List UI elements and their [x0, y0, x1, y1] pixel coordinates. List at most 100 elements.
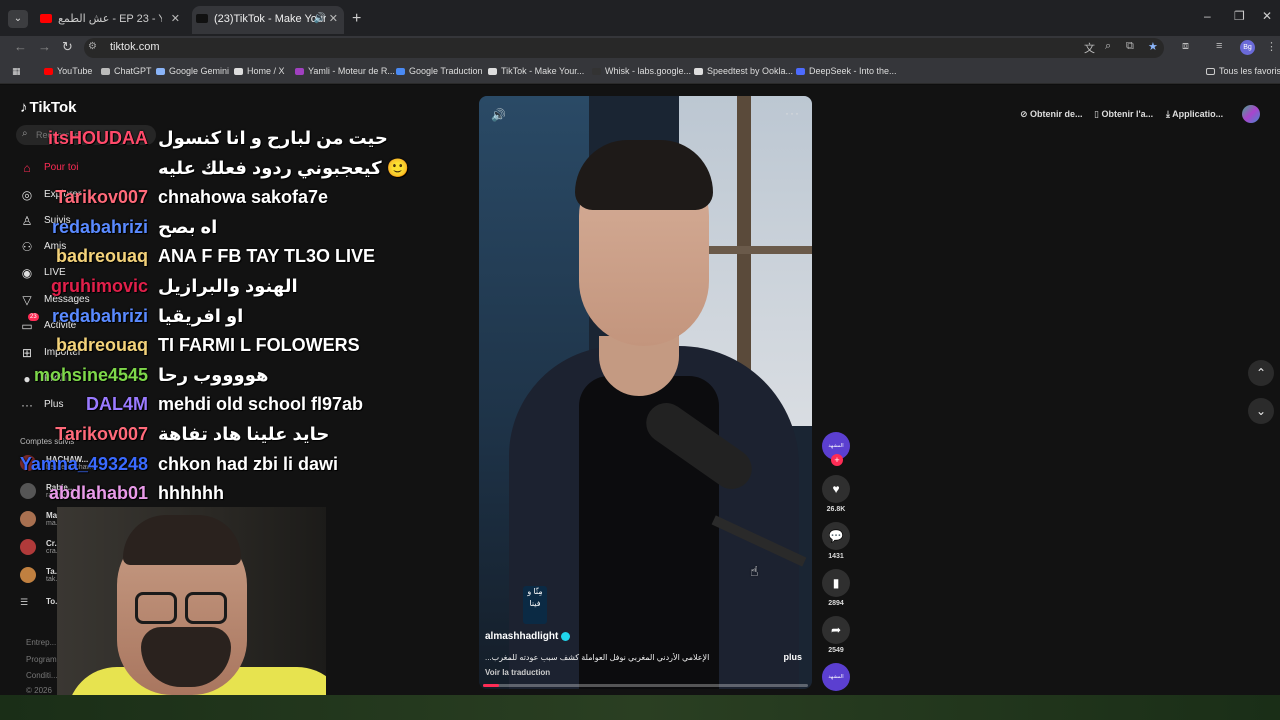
close-tab-icon[interactable]: ✕	[329, 6, 338, 32]
apps-icon[interactable]: ▦	[12, 66, 21, 77]
footer-link[interactable]: Entrep...	[26, 638, 56, 647]
follow-plus-icon[interactable]: +	[831, 454, 843, 466]
heart-icon[interactable]: ♥	[822, 475, 850, 503]
get-app-button[interactable]: ▯ Obtenir l'a...	[1088, 103, 1159, 125]
url-text: tiktok.com	[110, 41, 160, 53]
bookmark-deepseek[interactable]: DeepSeek - Into the...	[796, 66, 897, 76]
chat-text: اه بصح	[158, 216, 218, 237]
bookmark-gemini[interactable]: Google Gemini	[156, 66, 229, 76]
bookmark-whisk[interactable]: Whisk - labs.google...	[592, 66, 691, 76]
translate-icon	[396, 68, 405, 76]
folder-icon	[1206, 68, 1215, 76]
site-info-icon[interactable]: ⚙	[88, 41, 97, 52]
bookmark-label: Home / X	[247, 66, 285, 76]
whisk-icon	[592, 68, 601, 76]
reload-icon[interactable]: ↻	[62, 39, 73, 55]
speaker-icon[interactable]: 🔊	[314, 6, 326, 32]
share-icon[interactable]: ➦	[822, 616, 850, 644]
chat-message: DAL4M mehdi old school fl97ab	[0, 392, 420, 420]
bookmark-star-icon[interactable]: ★	[1148, 40, 1158, 53]
tab-search-dropdown-icon[interactable]: ⌄	[8, 10, 28, 28]
see-translation-link[interactable]: Voir la traduction	[485, 668, 550, 677]
screen: ⌄ عش الطمع - EP 23 - YouTube ✕ (23)TikTo…	[0, 0, 1280, 720]
zoom-icon[interactable]: ⌕	[1105, 40, 1111, 53]
bookmark-translate[interactable]: Google Traduction	[396, 66, 483, 76]
comment-action[interactable]: 💬 1431	[822, 522, 850, 560]
tiktok-logo[interactable]: ♪ TikTok	[20, 99, 76, 116]
watermark-logo: مِنّا و فينا	[523, 586, 547, 624]
avatar	[20, 511, 36, 527]
bookmark-label: Speedtest by Ookla...	[707, 66, 794, 76]
chat-message: itsHOUDAA حيت من لبارح و انا كنسول	[0, 126, 420, 154]
bookmark-label: Google Gemini	[169, 66, 230, 76]
get-coins-button[interactable]: ⊘ Obtenir de...	[1014, 103, 1089, 125]
close-tab-icon[interactable]: ✕	[171, 8, 180, 30]
chat-message: كيعجبوني ردود فعلك عليه 🙂	[0, 156, 420, 184]
video-progress-bar[interactable]	[483, 684, 808, 687]
bookmark-label: ChatGPT	[114, 66, 152, 76]
bookmark-chatgpt[interactable]: ChatGPT	[101, 66, 152, 76]
close-window-icon[interactable]: ✕	[1262, 9, 1272, 23]
share-count: 2549	[828, 647, 844, 654]
more-options-icon[interactable]: ···	[785, 106, 800, 120]
chat-text: mehdi old school fl97ab	[158, 394, 364, 415]
chat-message: Tarikov007 حايد علينا هاد تفاهة	[0, 422, 420, 450]
comment-icon[interactable]: 💬	[822, 522, 850, 550]
bookmark-youtube[interactable]: YouTube	[44, 66, 92, 76]
chat-message: Yamna_493248 chkon had zbi li dawi	[0, 452, 420, 480]
previous-video-chevron-up-icon[interactable]: ⌃	[1248, 360, 1274, 386]
chat-username: mohsine4545	[33, 364, 148, 385]
share-action[interactable]: ➦ 2549	[822, 616, 850, 654]
bookmark-yamli[interactable]: Yamli - Moteur de R...	[295, 66, 395, 76]
bookmark-icon[interactable]: ▮	[822, 569, 850, 597]
stream-chat-overlay: itsHOUDAA حيت من لبارح و انا كنسول كيعجبون…	[0, 126, 420, 506]
button-label: Applicatio...	[1172, 109, 1224, 119]
bookmark-tiktok[interactable]: TikTok - Make Your...	[488, 66, 584, 76]
minimize-icon[interactable]: –	[1204, 9, 1211, 23]
volume-icon[interactable]: 🔊	[491, 108, 506, 122]
maximize-icon[interactable]: ❐	[1234, 9, 1245, 23]
caption-more-button[interactable]: plus	[783, 652, 802, 662]
forward-icon[interactable]: →	[38, 39, 51, 54]
video-player[interactable]: 🔊 ··· مِنّا و فينا almashhadlight الإعلا…	[479, 96, 812, 689]
music-disc-icon[interactable]: المشهد	[822, 663, 850, 691]
youtube-favicon-icon	[40, 14, 52, 23]
chat-text: chkon had zbi li dawi	[158, 453, 339, 474]
tab-tiktok[interactable]: (23)TikTok - Make Your Day 🔊 ✕	[192, 6, 344, 34]
video-author[interactable]: almashhadlight	[485, 631, 571, 642]
chat-text: هووووب رحا	[158, 364, 269, 385]
chat-username: redabahrizi	[51, 216, 148, 237]
chat-message: badreouaq ANA F FB TAY TL3O LIVE	[0, 244, 420, 272]
profile-avatar[interactable]: Bg	[1240, 40, 1255, 55]
footer-link[interactable]: Conditi...	[26, 671, 58, 680]
bookmark-label: YouTube	[57, 66, 93, 76]
bookmarks-bar: ▦ YouTube ChatGPT Google Gemini Home / X…	[0, 60, 1280, 84]
like-action[interactable]: ♥ 26.8K	[822, 475, 850, 513]
tab-youtube[interactable]: عش الطمع - EP 23 - YouTube ✕	[36, 8, 186, 30]
chat-username: badreouaq	[55, 246, 148, 267]
mouse-cursor-icon: ☝	[750, 563, 759, 579]
user-avatar[interactable]	[1242, 105, 1260, 123]
menu-icon[interactable]: ⋮	[1266, 40, 1277, 53]
download-app-button[interactable]: ⤓ Applicatio...	[1160, 103, 1229, 125]
translate-icon[interactable]: 文	[1084, 40, 1095, 56]
save-action[interactable]: ▮ 2894	[822, 569, 850, 607]
bookmark-x[interactable]: Home / X	[234, 66, 285, 76]
install-icon[interactable]: ⧉	[1126, 40, 1134, 53]
bookmark-speedtest[interactable]: Speedtest by Ookla...	[694, 66, 793, 76]
new-tab-icon[interactable]: +	[352, 10, 361, 28]
progress-fill	[483, 684, 500, 687]
tab-title: (23)TikTok - Make Your Day	[214, 13, 326, 25]
media-icon[interactable]: ≡	[1216, 40, 1222, 52]
tiktok-icon	[488, 68, 497, 76]
like-count: 26.8K	[826, 506, 846, 513]
chat-text: chnahowa sakofa7e	[158, 187, 329, 208]
chat-username: redabahrizi	[51, 305, 148, 326]
address-bar[interactable]: ⚙ tiktok.com	[84, 38, 1164, 58]
back-icon[interactable]: ←	[14, 39, 27, 54]
chat-username: badreouaq	[55, 335, 148, 356]
next-video-chevron-down-icon[interactable]: ⌄	[1248, 398, 1274, 424]
all-bookmarks[interactable]: Tous les favoris	[1206, 66, 1280, 76]
extensions-icon[interactable]: ⧈	[1182, 40, 1189, 53]
chat-username: itsHOUDAA	[47, 128, 148, 148]
